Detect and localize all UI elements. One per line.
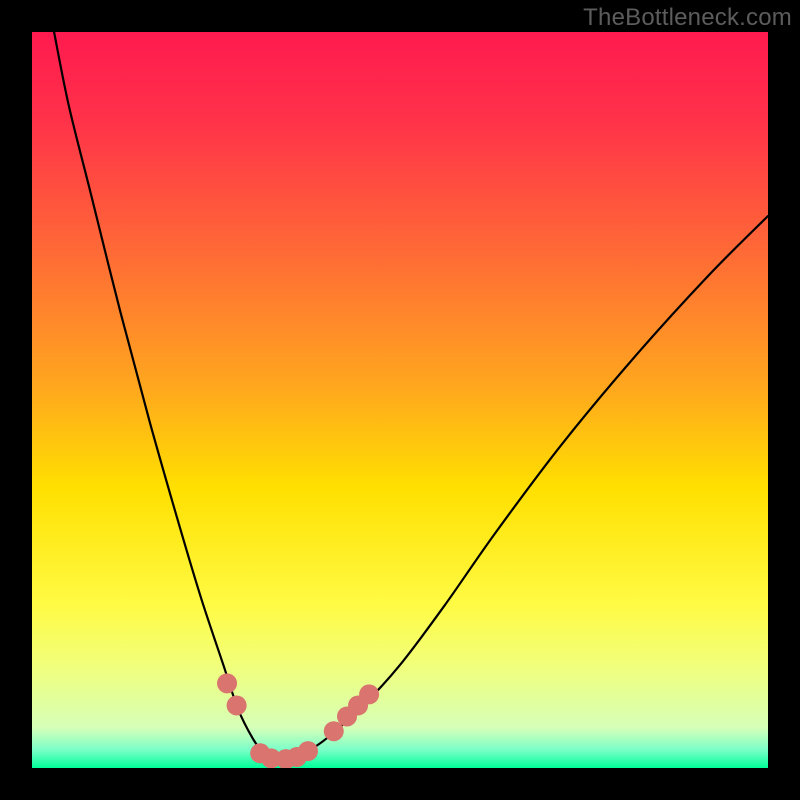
curve-marker bbox=[298, 741, 318, 761]
gradient-background bbox=[32, 32, 768, 768]
curve-marker bbox=[359, 684, 379, 704]
curve-marker bbox=[217, 673, 237, 693]
watermark-text: TheBottleneck.com bbox=[583, 4, 792, 32]
bottleneck-curve-chart bbox=[32, 32, 768, 768]
curve-marker bbox=[227, 695, 247, 715]
plot-area bbox=[32, 32, 768, 768]
chart-frame: TheBottleneck.com bbox=[0, 0, 800, 800]
